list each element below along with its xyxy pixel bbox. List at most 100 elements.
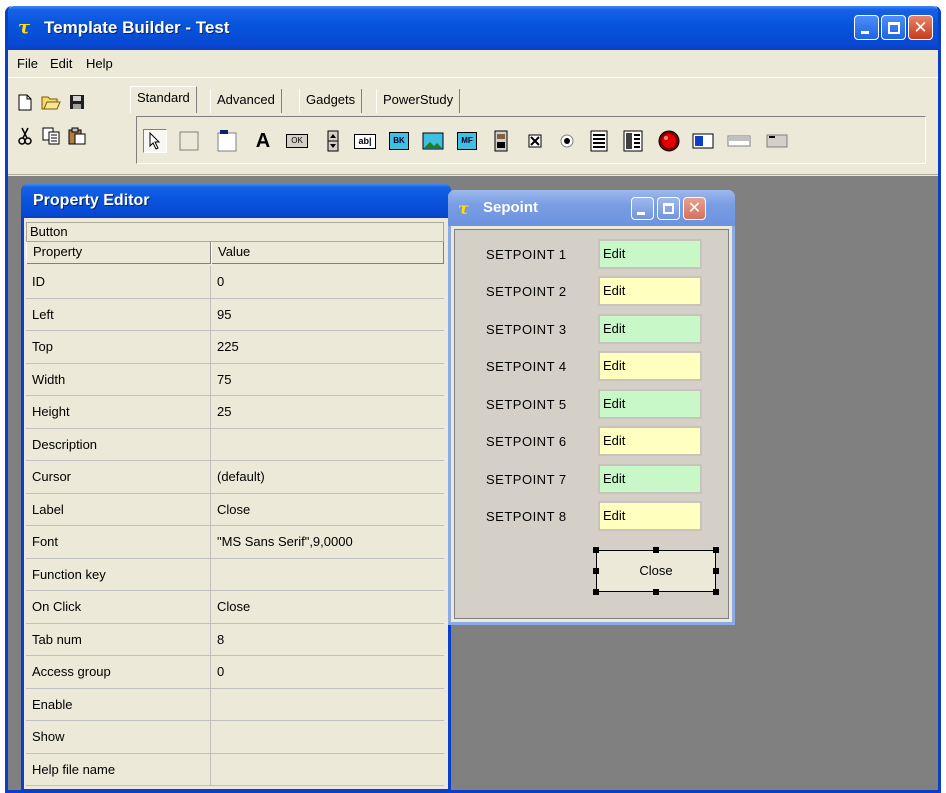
setpoint-edit[interactable]: Edit (598, 464, 702, 494)
metafile-icon[interactable]: MF (455, 129, 479, 153)
setpoint-edit[interactable]: Edit (598, 239, 702, 269)
column-header-value[interactable]: Value (211, 242, 444, 264)
property-value[interactable] (211, 689, 444, 721)
property-row[interactable]: Description (26, 428, 444, 461)
setpoint-edit[interactable]: Edit (598, 501, 702, 531)
property-value[interactable]: 25 (211, 396, 444, 428)
setpoint-edit[interactable]: Edit (598, 314, 702, 344)
list-icon[interactable] (587, 129, 611, 153)
setpoint-edit[interactable]: Edit (598, 351, 702, 381)
property-value[interactable]: 0 (211, 656, 444, 688)
tab-advanced[interactable]: Advanced (210, 89, 282, 113)
property-row[interactable]: Enable (26, 688, 444, 721)
pointer-icon[interactable] (143, 129, 167, 153)
menu-file[interactable]: File (17, 56, 38, 71)
setpoint-row: SETPOINT 4 Edit (455, 351, 730, 381)
paste-icon[interactable] (67, 126, 87, 146)
progressbar-icon[interactable] (727, 129, 751, 153)
title-bar[interactable]: τ Template Builder - Test ✕ (8, 6, 938, 50)
sepoint-minimize-button[interactable] (631, 197, 654, 220)
property-value[interactable]: "MS Sans Serif",9,0000 (211, 526, 444, 558)
property-value[interactable]: Close (211, 494, 444, 526)
property-value[interactable]: 95 (211, 299, 444, 331)
menu-help[interactable]: Help (86, 56, 113, 71)
sepoint-close-button[interactable]: ✕ (683, 197, 706, 220)
close-button-selected[interactable]: Close (596, 550, 716, 592)
property-row[interactable]: Top 225 (26, 331, 444, 364)
statusbar-icon[interactable] (765, 129, 789, 153)
property-row[interactable]: Height 25 (26, 396, 444, 429)
button-icon[interactable]: OK (285, 129, 309, 153)
resize-handle[interactable] (653, 547, 659, 553)
sepoint-maximize-button[interactable] (657, 197, 680, 220)
property-value[interactable]: 225 (211, 331, 444, 363)
checkbox-icon[interactable] (523, 129, 547, 153)
close-button[interactable]: ✕ (908, 15, 933, 40)
minimize-button[interactable] (854, 15, 879, 40)
tab-powerstudy[interactable]: PowerStudy (376, 89, 461, 113)
property-row[interactable]: Left 95 (26, 298, 444, 331)
resize-handle[interactable] (593, 589, 599, 595)
resize-handle[interactable] (713, 589, 719, 595)
bargraph-icon[interactable] (691, 129, 715, 153)
image-icon[interactable] (421, 129, 445, 153)
property-name: Show (26, 721, 211, 753)
property-name: Top (26, 331, 211, 363)
spinner-icon[interactable] (321, 129, 345, 153)
open-folder-icon[interactable] (41, 92, 61, 112)
property-value[interactable] (211, 429, 444, 461)
property-row[interactable]: Width 75 (26, 363, 444, 396)
design-workspace[interactable]: Property Editor Button Property Value ID… (8, 176, 938, 792)
resize-handle[interactable] (713, 547, 719, 553)
component-palette: A OK ab| BK MF (136, 116, 926, 164)
save-disk-icon[interactable] (67, 92, 87, 112)
property-row[interactable]: On Click Close (26, 591, 444, 624)
property-value[interactable]: 8 (211, 624, 444, 656)
setpoint-edit[interactable]: Edit (598, 276, 702, 306)
property-row[interactable]: ID 0 (26, 266, 444, 299)
property-name: Help file name (26, 753, 211, 785)
property-row[interactable]: Help file name (26, 753, 444, 786)
maximize-button[interactable] (881, 15, 906, 40)
property-value[interactable] (211, 754, 444, 786)
setpoint-edit[interactable]: Edit (598, 426, 702, 456)
bitmap-icon[interactable]: BK (387, 129, 411, 153)
copy-icon[interactable] (41, 126, 61, 146)
property-value[interactable]: (default) (211, 461, 444, 493)
text-icon[interactable]: A (251, 129, 275, 153)
grid-icon[interactable] (621, 129, 645, 153)
menu-edit[interactable]: Edit (50, 56, 72, 71)
led-icon[interactable] (657, 129, 681, 153)
resize-handle[interactable] (653, 589, 659, 595)
frame-icon[interactable] (177, 129, 201, 153)
cut-icon[interactable] (15, 126, 35, 146)
edit-field-icon[interactable]: ab| (353, 129, 377, 153)
sepoint-title-bar[interactable]: τ Sepoint ✕ (448, 190, 735, 226)
tab-standard[interactable]: Standard (130, 86, 197, 113)
setpoint-label: SETPOINT 2 (486, 284, 567, 299)
property-value[interactable]: Close (211, 591, 444, 623)
property-value[interactable]: 0 (211, 266, 444, 298)
column-header-property[interactable]: Property (26, 242, 211, 264)
radio-icon[interactable] (555, 129, 579, 153)
property-value[interactable]: 75 (211, 364, 444, 396)
property-row[interactable]: Label Close (26, 493, 444, 526)
setpoint-edit[interactable]: Edit (598, 389, 702, 419)
property-row[interactable]: Tab num 8 (26, 623, 444, 656)
tab-gadgets[interactable]: Gadgets (299, 89, 363, 113)
property-editor-title-bar[interactable]: Property Editor (21, 184, 451, 218)
property-row[interactable]: Cursor (default) (26, 461, 444, 494)
resize-handle[interactable] (593, 568, 599, 574)
property-row[interactable]: Function key (26, 558, 444, 591)
property-value[interactable] (211, 559, 444, 591)
device-icon[interactable] (489, 129, 513, 153)
property-row[interactable]: Show (26, 721, 444, 754)
property-row[interactable]: Font "MS Sans Serif",9,0000 (26, 526, 444, 559)
resize-handle[interactable] (713, 568, 719, 574)
property-row[interactable]: Access group 0 (26, 656, 444, 689)
property-value[interactable] (211, 721, 444, 753)
new-file-icon[interactable] (15, 92, 35, 112)
property-name: On Click (26, 591, 211, 623)
panel-icon[interactable] (215, 129, 239, 153)
resize-handle[interactable] (593, 547, 599, 553)
